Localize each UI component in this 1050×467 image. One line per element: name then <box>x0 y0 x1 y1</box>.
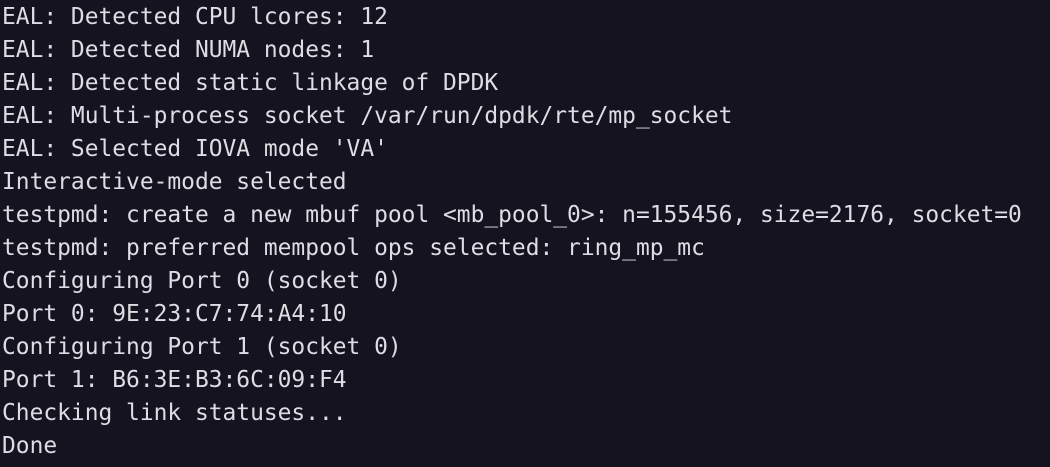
terminal-line: Port 1: B6:3E:B3:6C:09:F4 <box>2 367 347 393</box>
terminal-line: Interactive-mode selected <box>2 169 347 195</box>
terminal-line: Checking link statuses... <box>2 400 347 426</box>
terminal-line: EAL: Detected static linkage of DPDK <box>2 70 499 96</box>
terminal-line: EAL: Detected CPU lcores: 12 <box>2 4 388 30</box>
terminal-line: Configuring Port 1 (socket 0) <box>2 334 402 360</box>
terminal-line: EAL: Detected NUMA nodes: 1 <box>2 37 375 63</box>
terminal-line: testpmd: create a new mbuf pool <mb_pool… <box>2 202 1022 228</box>
terminal-line: Configuring Port 0 (socket 0) <box>2 268 402 294</box>
terminal-line: EAL: Selected IOVA mode 'VA' <box>2 136 388 162</box>
terminal-line: Port 0: 9E:23:C7:74:A4:10 <box>2 301 347 327</box>
terminal-output[interactable]: EAL: Detected CPU lcores: 12 EAL: Detect… <box>0 0 1050 463</box>
terminal-line: Done <box>2 433 58 459</box>
terminal-line: testpmd: preferred mempool ops selected:… <box>2 235 705 261</box>
terminal-line: EAL: Multi-process socket /var/run/dpdk/… <box>2 103 733 129</box>
